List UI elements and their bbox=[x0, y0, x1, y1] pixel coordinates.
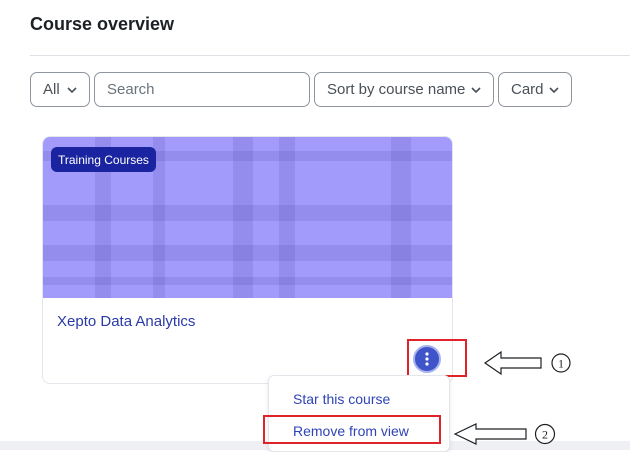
category-badge: Training Courses bbox=[51, 147, 156, 172]
view-dropdown-label: Card bbox=[511, 81, 544, 98]
grouping-dropdown[interactable]: All bbox=[30, 72, 90, 107]
course-image[interactable]: Training Courses bbox=[43, 137, 452, 298]
chevron-down-icon bbox=[549, 86, 559, 93]
step-callout-2: 2 bbox=[452, 420, 562, 448]
step-number: 2 bbox=[542, 428, 548, 442]
highlight-box bbox=[263, 415, 441, 444]
chevron-down-icon bbox=[471, 86, 481, 93]
left-arrow-icon: 2 bbox=[453, 423, 556, 445]
left-arrow-icon: 1 bbox=[483, 350, 571, 376]
chevron-down-icon bbox=[67, 86, 77, 93]
view-dropdown[interactable]: Card bbox=[498, 72, 572, 107]
page-title: Course overview bbox=[30, 14, 175, 34]
search-input[interactable] bbox=[107, 81, 297, 98]
course-name-link[interactable]: Xepto Data Analytics bbox=[57, 313, 195, 330]
step-number: 1 bbox=[558, 357, 564, 371]
step-callout-1: 1 bbox=[483, 348, 575, 378]
course-card: Training Courses Xepto Data Analytics bbox=[42, 136, 453, 384]
sort-dropdown[interactable]: Sort by course name bbox=[314, 72, 494, 107]
highlight-box bbox=[407, 339, 467, 377]
search-field[interactable] bbox=[94, 72, 310, 107]
grouping-dropdown-label: All bbox=[43, 81, 60, 98]
menu-item-star-course[interactable]: Star this course bbox=[293, 391, 390, 407]
pattern-stripe bbox=[279, 137, 295, 298]
pattern-stripe bbox=[391, 137, 411, 298]
divider bbox=[30, 55, 630, 56]
sort-dropdown-label: Sort by course name bbox=[327, 81, 466, 98]
pattern-stripe bbox=[233, 137, 253, 298]
